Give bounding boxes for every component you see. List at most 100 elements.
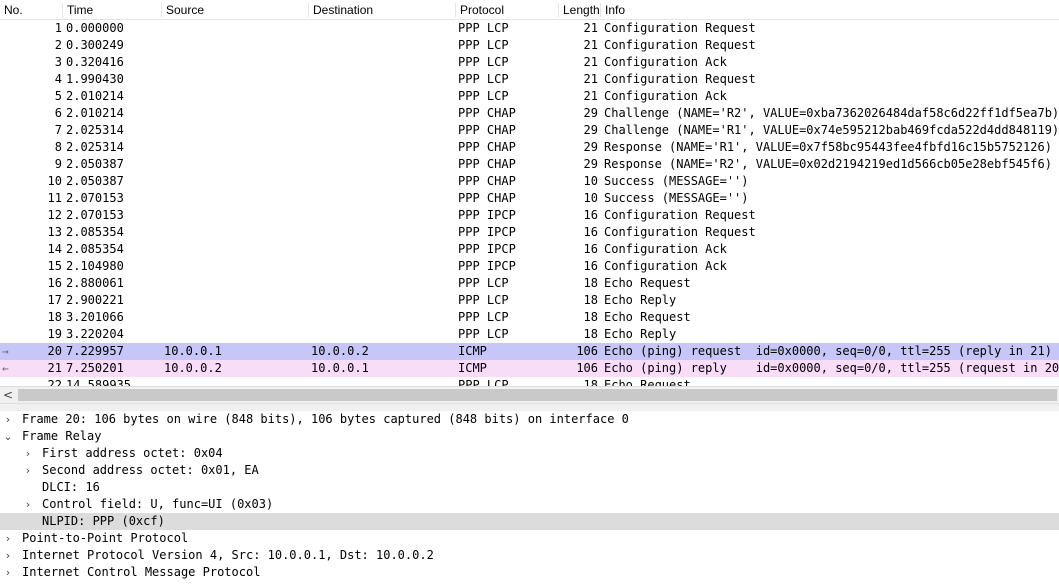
packet-row[interactable]: 17 2.900221 PPP LCP 18 Echo Reply [0, 292, 1059, 309]
packet-length: 18 [583, 276, 598, 290]
packet-no: 10 [47, 174, 62, 188]
packet-info: Challenge (NAME='R2', VALUE=0xba73620264… [604, 106, 1059, 120]
packet-list[interactable]: 1 0.000000 PPP LCP 21 Configuration Request 2… [0, 20, 1059, 386]
horizontal-scrollbar[interactable]: < [0, 386, 1059, 403]
packet-source [164, 275, 308, 292]
packet-length: 18 [583, 327, 598, 341]
packet-source [164, 173, 308, 190]
packet-time: 3.220204 [66, 327, 124, 341]
packet-info: Configuration Request [604, 38, 756, 52]
expand-chevron-icon[interactable]: ⌄ [2, 428, 14, 445]
detail-tree-item[interactable]: › Frame 20: 106 bytes on wire (848 bits),… [0, 411, 1059, 428]
packet-details-pane[interactable]: › Frame 20: 106 bytes on wire (848 bits),… [0, 411, 1059, 585]
detail-tree-item[interactable]: › Internet Control Message Protocol [0, 564, 1059, 581]
packet-source [164, 190, 308, 207]
packet-destination [311, 105, 455, 122]
packet-row[interactable]: 1 0.000000 PPP LCP 21 Configuration Request [0, 20, 1059, 37]
packet-row[interactable]: 15 2.104980 PPP IPCP 16 Configuration Ack [0, 258, 1059, 275]
packet-row[interactable]: 4 1.990430 PPP LCP 21 Configuration Request [0, 71, 1059, 88]
packet-protocol: PPP IPCP [458, 208, 516, 222]
packet-destination [311, 241, 455, 258]
packet-row[interactable]: ← 21 7.250201 10.0.0.2 10.0.0.1 ICMP 106 Echo (… [0, 360, 1059, 377]
packet-row[interactable]: 13 2.085354 PPP IPCP 16 Configuration Reques… [0, 224, 1059, 241]
packet-info: Configuration Ack [604, 242, 727, 256]
collapse-chevron-icon[interactable]: › [2, 564, 14, 581]
packet-row[interactable]: 14 2.085354 PPP IPCP 16 Configuration Ack [0, 241, 1059, 258]
packet-row[interactable]: 10 2.050387 PPP CHAP 10 Success (MESSAGE='') [0, 173, 1059, 190]
packet-row[interactable]: 22 14.589935 PPP LCP 18 Echo Request [0, 377, 1059, 386]
packet-no: 6 [54, 106, 62, 120]
packet-length: 106 [576, 361, 598, 375]
packet-time: 0.000000 [66, 21, 124, 35]
packet-row[interactable]: 3 0.320416 PPP LCP 21 Configuration Ack [0, 54, 1059, 71]
packet-row[interactable]: 6 2.010214 PPP CHAP 29 Challenge (NAME='R2',… [0, 105, 1059, 122]
packet-no: 1 [54, 21, 62, 35]
scrollbar-thumb[interactable] [18, 389, 1057, 401]
packet-source [164, 139, 308, 156]
packet-source [164, 122, 308, 139]
collapse-chevron-icon[interactable]: › [2, 411, 14, 428]
packet-no: 5 [54, 89, 62, 103]
detail-tree-item[interactable]: › Internet Protocol Version 4, Src: 10.0.… [0, 547, 1059, 564]
packet-row[interactable]: → 20 7.229957 10.0.0.1 10.0.0.2 ICMP 106 Echo (… [0, 343, 1059, 360]
detail-text: First address octet: 0x04 [42, 446, 223, 460]
packet-row[interactable]: 19 3.220204 PPP LCP 18 Echo Reply [0, 326, 1059, 343]
column-header-no[interactable]: No. [0, 3, 62, 17]
column-header-destination[interactable]: Destination [308, 3, 455, 17]
detail-text: Control field: U, func=UI (0x03) [42, 497, 274, 511]
packet-row[interactable]: 7 2.025314 PPP CHAP 29 Challenge (NAME='R1',… [0, 122, 1059, 139]
packet-length: 29 [583, 106, 598, 120]
packet-length: 106 [576, 344, 598, 358]
packet-row[interactable]: 12 2.070153 PPP IPCP 16 Configuration Reques… [0, 207, 1059, 224]
packet-protocol: PPP IPCP [458, 242, 516, 256]
packet-source [164, 20, 308, 37]
detail-tree-item[interactable]: DLCI: 16 [0, 479, 1059, 496]
packet-row[interactable]: 8 2.025314 PPP CHAP 29 Response (NAME='R1', … [0, 139, 1059, 156]
detail-tree-item[interactable]: › First address octet: 0x04 [0, 445, 1059, 462]
detail-tree-item[interactable]: › Point-to-Point Protocol [0, 530, 1059, 547]
packet-destination [311, 88, 455, 105]
collapse-chevron-icon[interactable]: › [2, 530, 14, 547]
packet-time: 2.010214 [66, 89, 124, 103]
collapse-chevron-icon[interactable]: › [2, 547, 14, 564]
packet-time: 7.229957 [66, 344, 124, 358]
packet-destination [311, 377, 455, 386]
packet-time: 2.050387 [66, 174, 124, 188]
collapse-chevron-icon[interactable]: › [22, 445, 34, 462]
packet-no: 18 [47, 310, 62, 324]
packet-destination [311, 326, 455, 343]
packet-destination [311, 139, 455, 156]
packet-row[interactable]: 11 2.070153 PPP CHAP 10 Success (MESSAGE='') [0, 190, 1059, 207]
packet-source [164, 326, 308, 343]
packet-time: 0.320416 [66, 55, 124, 69]
packet-source [164, 156, 308, 173]
collapse-chevron-icon[interactable]: › [22, 462, 34, 479]
packet-no: 8 [54, 140, 62, 154]
packet-source [164, 88, 308, 105]
packet-row[interactable]: 9 2.050387 PPP CHAP 29 Response (NAME='R2', … [0, 156, 1059, 173]
packet-protocol: PPP CHAP [458, 174, 516, 188]
packet-row[interactable]: 18 3.201066 PPP LCP 18 Echo Request [0, 309, 1059, 326]
packet-row[interactable]: 16 2.880061 PPP LCP 18 Echo Request [0, 275, 1059, 292]
packet-protocol: ICMP [458, 344, 487, 358]
packet-row[interactable]: 5 2.010214 PPP LCP 21 Configuration Ack [0, 88, 1059, 105]
packet-row[interactable]: 2 0.300249 PPP LCP 21 Configuration Request [0, 37, 1059, 54]
column-header-protocol[interactable]: Protocol [455, 3, 558, 17]
detail-tree-item[interactable]: › Second address octet: 0x01, EA [0, 462, 1059, 479]
detail-tree-item[interactable]: ⌄ Frame Relay [0, 428, 1059, 445]
packet-protocol: PPP IPCP [458, 259, 516, 273]
column-header-time[interactable]: Time [62, 3, 161, 17]
column-header-source[interactable]: Source [161, 3, 308, 17]
scroll-left-icon[interactable]: < [3, 387, 13, 403]
collapse-chevron-icon[interactable]: › [22, 496, 34, 513]
packet-no: 22 [47, 378, 62, 386]
detail-tree-item[interactable]: NLPID: PPP (0xcf) [0, 513, 1059, 530]
packet-length: 21 [583, 38, 598, 52]
packet-destination [311, 20, 455, 37]
detail-tree-item[interactable]: › Control field: U, func=UI (0x03) [0, 496, 1059, 513]
column-header-length[interactable]: Length [558, 3, 600, 17]
packet-protocol: PPP CHAP [458, 123, 516, 137]
column-header-info[interactable]: Info [600, 3, 1059, 17]
packet-protocol: PPP LCP [458, 310, 509, 324]
packet-info: Challenge (NAME='R1', VALUE=0x74e595212b… [604, 123, 1059, 137]
